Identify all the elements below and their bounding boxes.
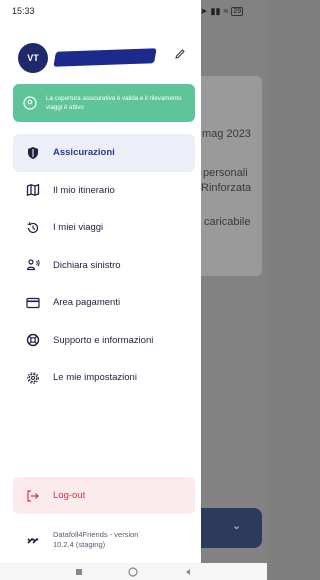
logout-button[interactable]: Log-out (13, 477, 195, 514)
menu-item-label: Supporto e informazioni (53, 334, 154, 346)
report-person-icon (25, 257, 41, 273)
status-time: 15:33 (12, 6, 35, 16)
credit-card-icon (25, 295, 41, 311)
app-version: Datafoll4Friends - version 10.2.4 (stagi… (13, 524, 195, 556)
status-bar: 15:33 (0, 0, 201, 22)
menu-item-label: Il mio itinerario (53, 184, 115, 196)
background-text-rinforzata: Rinforzata (201, 182, 252, 194)
system-navigation-bar (0, 563, 267, 580)
chevron-down-icon: ⌄ (232, 520, 242, 532)
menu-item-label: Le mie impostazioni (53, 372, 137, 384)
background-text-personali: personali (203, 167, 248, 179)
home-button[interactable] (127, 566, 139, 578)
background-text-caricabile: caricabile (204, 216, 251, 228)
menu-item-viaggi[interactable]: I miei viaggi (13, 209, 195, 247)
lifebuoy-icon (25, 332, 41, 348)
battery-icon: 29 (231, 6, 244, 16)
background-date: mag 2023 (202, 128, 251, 140)
menu-item-supporto[interactable]: Supporto e informazioni (13, 322, 195, 360)
avatar[interactable]: VT (18, 43, 48, 73)
menu-item-sinistro[interactable]: Dichiara sinistro (13, 247, 195, 285)
redacted-user-name (53, 48, 157, 67)
version-line-2: 10.2.4 (staging) (53, 540, 106, 549)
recents-button[interactable] (73, 566, 85, 578)
menu-item-label: Area pagamenti (53, 297, 121, 309)
location-pin-icon (23, 96, 37, 110)
edit-pencil-icon[interactable] (172, 46, 188, 62)
menu-item-itinerario[interactable]: Il mio itinerario (13, 172, 195, 210)
coverage-banner: La copertura assicurativa è valida e il … (13, 84, 195, 122)
location-arrow-icon: ➤ (200, 5, 208, 16)
history-icon (25, 220, 41, 236)
shield-icon (25, 145, 41, 161)
double-chevron-icon (25, 532, 41, 548)
coverage-banner-text: La copertura assicurativa è valida e il … (46, 95, 182, 111)
navigation-drawer: VT La copertura assicurativa è valida e … (0, 0, 201, 563)
menu-item-label: Assicurazioni (53, 147, 115, 159)
logout-icon (25, 488, 41, 504)
status-icons: ➤ ▮▮ ≈ 29 (200, 0, 244, 22)
back-button[interactable] (182, 566, 194, 578)
version-line-1: Datafoll4Friends - version (53, 530, 139, 539)
version-text: Datafoll4Friends - version 10.2.4 (stagi… (53, 530, 138, 550)
menu-item-pagamenti[interactable]: Area pagamenti (13, 284, 195, 322)
drawer-menu: Assicurazioni Il mio itinerario I miei v… (13, 134, 195, 397)
menu-item-assicurazioni[interactable]: Assicurazioni (13, 134, 195, 172)
wifi-icon: ≈ (223, 6, 229, 16)
map-icon (25, 182, 41, 198)
signal-icon: ▮▮ (210, 5, 221, 16)
logout-label: Log-out (53, 490, 86, 501)
menu-item-label: I miei viaggi (53, 222, 104, 234)
gear-icon (25, 370, 41, 386)
menu-item-label: Dichiara sinistro (53, 259, 121, 271)
menu-item-impostazioni[interactable]: Le mie impostazioni (13, 359, 195, 397)
